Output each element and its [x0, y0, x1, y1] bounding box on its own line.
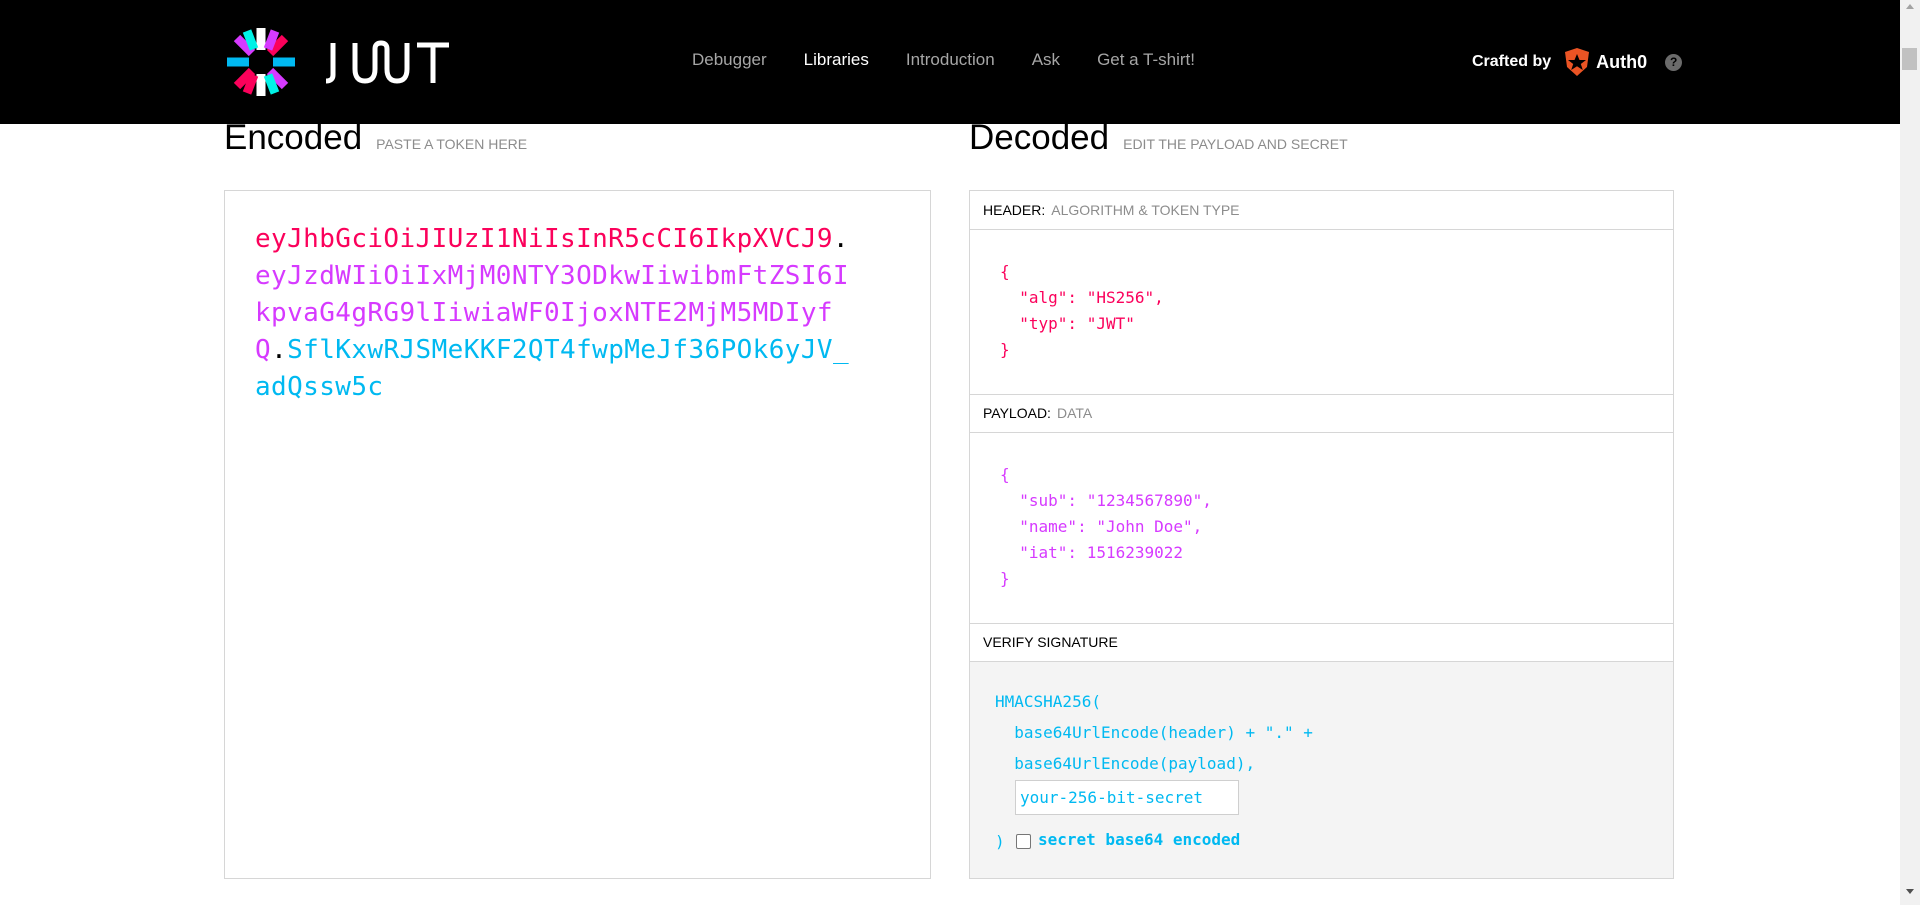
header-panel-label: HEADER:	[983, 202, 1046, 218]
scroll-down-arrow-icon[interactable]	[1906, 889, 1914, 894]
payload-panel-title: PAYLOAD: DATA	[970, 394, 1673, 433]
json-line: }	[1000, 340, 1010, 359]
encoded-token-input[interactable]: eyJhbGciOiJIUzI1NiIsInR5cCI6IkpXVCJ9.eyJ…	[224, 190, 931, 879]
token-dot: .	[271, 335, 288, 365]
header-panel-sub: ALGORITHM & TOKEN TYPE	[1051, 202, 1240, 218]
scroll-thumb[interactable]	[1902, 48, 1917, 70]
nav-introduction[interactable]: Introduction	[906, 50, 995, 70]
nav-get-tshirt[interactable]: Get a T-shirt!	[1097, 50, 1195, 70]
json-line: {	[1000, 465, 1010, 484]
verify-panel-label: VERIFY SIGNATURE	[983, 634, 1118, 650]
payload-panel-sub: DATA	[1056, 405, 1093, 421]
verify-panel-title: VERIFY SIGNATURE	[970, 623, 1673, 662]
verify-signature-body: HMACSHA256( base64UrlEncode(header) + ".…	[970, 662, 1673, 878]
jwt-logo[interactable]	[223, 24, 449, 100]
json-line: }	[1000, 569, 1010, 588]
secret-base64-label[interactable]: secret base64 encoded	[1038, 830, 1240, 849]
hmac-payload-line: base64UrlEncode(payload),	[995, 754, 1256, 773]
header-panel-title: HEADER: ALGORITHM & TOKEN TYPE	[970, 191, 1673, 230]
json-line: "typ": "JWT"	[1000, 314, 1135, 333]
token-signature-part: SflKxwRJSMeKKF2QT4fwpMeJf36POk6yJV_adQss…	[255, 335, 849, 402]
payload-panel-label: PAYLOAD:	[983, 405, 1051, 421]
nav-ask[interactable]: Ask	[1032, 50, 1060, 70]
json-line: {	[1000, 262, 1010, 281]
crafted-by-label: Crafted by	[1472, 53, 1552, 70]
encoded-title: Encoded	[224, 118, 363, 157]
encoded-subtitle: PASTE A TOKEN HERE	[376, 136, 528, 152]
nav-debugger[interactable]: Debugger	[692, 50, 767, 70]
secret-input[interactable]	[1015, 780, 1239, 815]
main-nav: Debugger Libraries Introduction Ask Get …	[692, 50, 1232, 70]
payload-json-editor[interactable]: { "sub": "1234567890", "name": "John Doe…	[1000, 462, 1212, 592]
json-line: "sub": "1234567890",	[1000, 491, 1212, 510]
decoded-panel: HEADER: ALGORITHM & TOKEN TYPE { "alg": …	[969, 190, 1674, 879]
nav-libraries[interactable]: Libraries	[804, 50, 869, 70]
hmac-fn-open: HMACSHA256(	[995, 692, 1101, 711]
json-line: "alg": "HS256",	[1000, 288, 1164, 307]
header-json-editor[interactable]: { "alg": "HS256", "typ": "JWT"}	[1000, 259, 1164, 363]
json-line: "iat": 1516239022	[1000, 543, 1184, 562]
auth0-label: Auth0	[1596, 51, 1648, 72]
scroll-up-arrow-icon[interactable]	[1906, 4, 1914, 9]
decoded-title: Decoded	[969, 118, 1110, 157]
token-header-part: eyJhbGciOiJIUzI1NiIsInR5cCI6IkpXVCJ9	[255, 224, 833, 254]
auth0-shield-icon	[1565, 48, 1590, 76]
encoded-token-text[interactable]: eyJhbGciOiJIUzI1NiIsInR5cCI6IkpXVCJ9.eyJ…	[255, 221, 855, 406]
crafted-by-auth0[interactable]: Crafted by Auth0 ?	[1472, 47, 1683, 77]
json-line: "name": "John Doe",	[1000, 517, 1203, 536]
secret-base64-checkbox[interactable]	[1016, 834, 1031, 849]
encoded-heading: Encoded PASTE A TOKEN HERE	[224, 118, 527, 158]
jwt-logo-icon	[227, 28, 295, 96]
top-navbar: Debugger Libraries Introduction Ask Get …	[0, 0, 1900, 124]
decoded-heading: Decoded EDIT THE PAYLOAD AND SECRET	[969, 118, 1348, 158]
help-icon[interactable]: ?	[1665, 53, 1683, 71]
decoded-subtitle: EDIT THE PAYLOAD AND SECRET	[1123, 136, 1348, 152]
hmac-header-line: base64UrlEncode(header) + "." +	[995, 723, 1313, 742]
token-dot: .	[832, 224, 849, 254]
jwt-wordmark	[325, 40, 449, 84]
page-scrollbar[interactable]	[1900, 0, 1920, 905]
hmac-fn-close: )	[995, 832, 1005, 851]
